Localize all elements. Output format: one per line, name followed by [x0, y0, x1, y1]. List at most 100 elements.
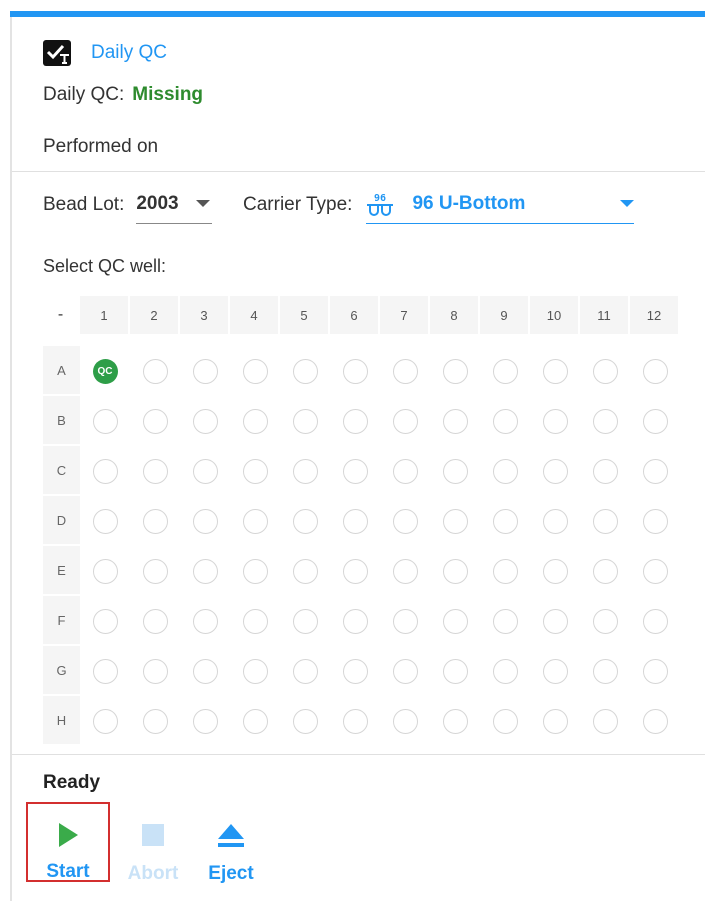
well-g10[interactable] [542, 658, 568, 684]
well-f11[interactable] [592, 608, 618, 634]
well-e2[interactable] [142, 558, 168, 584]
well-d3[interactable] [192, 508, 218, 534]
well-d7[interactable] [392, 508, 418, 534]
well-b4[interactable] [242, 408, 268, 434]
well-e9[interactable] [492, 558, 518, 584]
well-g7[interactable] [392, 658, 418, 684]
well-f8[interactable] [442, 608, 468, 634]
well-h12[interactable] [642, 708, 668, 734]
well-d12[interactable] [642, 508, 668, 534]
well-g2[interactable] [142, 658, 168, 684]
well-b2[interactable] [142, 408, 168, 434]
well-d11[interactable] [592, 508, 618, 534]
well-e5[interactable] [292, 558, 318, 584]
well-g4[interactable] [242, 658, 268, 684]
well-h2[interactable] [142, 708, 168, 734]
eject-button[interactable]: Eject [203, 820, 259, 885]
well-g5[interactable] [292, 658, 318, 684]
well-a2[interactable] [142, 358, 168, 384]
qc-well-a1[interactable]: QC [92, 358, 118, 384]
well-b8[interactable] [442, 408, 468, 434]
well-b3[interactable] [192, 408, 218, 434]
well-c2[interactable] [142, 458, 168, 484]
well-h6[interactable] [342, 708, 368, 734]
well-c8[interactable] [442, 458, 468, 484]
well-d9[interactable] [492, 508, 518, 534]
well-c3[interactable] [192, 458, 218, 484]
well-f1[interactable] [92, 608, 118, 634]
well-d8[interactable] [442, 508, 468, 534]
well-f3[interactable] [192, 608, 218, 634]
well-a10[interactable] [542, 358, 568, 384]
well-a11[interactable] [592, 358, 618, 384]
well-e11[interactable] [592, 558, 618, 584]
well-f6[interactable] [342, 608, 368, 634]
well-b5[interactable] [292, 408, 318, 434]
well-c6[interactable] [342, 458, 368, 484]
well-g9[interactable] [492, 658, 518, 684]
well-b7[interactable] [392, 408, 418, 434]
well-d4[interactable] [242, 508, 268, 534]
well-c11[interactable] [592, 458, 618, 484]
well-a3[interactable] [192, 358, 218, 384]
well-e7[interactable] [392, 558, 418, 584]
well-b9[interactable] [492, 408, 518, 434]
well-b10[interactable] [542, 408, 568, 434]
well-g3[interactable] [192, 658, 218, 684]
well-d5[interactable] [292, 508, 318, 534]
well-g12[interactable] [642, 658, 668, 684]
well-e8[interactable] [442, 558, 468, 584]
well-b11[interactable] [592, 408, 618, 434]
well-d2[interactable] [142, 508, 168, 534]
well-c4[interactable] [242, 458, 268, 484]
well-h9[interactable] [492, 708, 518, 734]
well-b12[interactable] [642, 408, 668, 434]
well-a8[interactable] [442, 358, 468, 384]
well-f7[interactable] [392, 608, 418, 634]
well-h5[interactable] [292, 708, 318, 734]
well-g1[interactable] [92, 658, 118, 684]
well-d10[interactable] [542, 508, 568, 534]
well-g8[interactable] [442, 658, 468, 684]
well-e3[interactable] [192, 558, 218, 584]
daily-qc-title[interactable]: Daily QC [91, 42, 167, 64]
well-c7[interactable] [392, 458, 418, 484]
well-f5[interactable] [292, 608, 318, 634]
well-b6[interactable] [342, 408, 368, 434]
well-h11[interactable] [592, 708, 618, 734]
well-f4[interactable] [242, 608, 268, 634]
well-f2[interactable] [142, 608, 168, 634]
well-a7[interactable] [392, 358, 418, 384]
well-b1[interactable] [92, 408, 118, 434]
well-e6[interactable] [342, 558, 368, 584]
well-f12[interactable] [642, 608, 668, 634]
well-d6[interactable] [342, 508, 368, 534]
well-h8[interactable] [442, 708, 468, 734]
abort-button[interactable]: Abort [123, 820, 183, 885]
well-e4[interactable] [242, 558, 268, 584]
well-h10[interactable] [542, 708, 568, 734]
well-f9[interactable] [492, 608, 518, 634]
well-c5[interactable] [292, 458, 318, 484]
well-c9[interactable] [492, 458, 518, 484]
well-h7[interactable] [392, 708, 418, 734]
well-c12[interactable] [642, 458, 668, 484]
well-e10[interactable] [542, 558, 568, 584]
start-button[interactable]: Start [26, 802, 110, 882]
well-a4[interactable] [242, 358, 268, 384]
well-a12[interactable] [642, 358, 668, 384]
well-e1[interactable] [92, 558, 118, 584]
well-g6[interactable] [342, 658, 368, 684]
well-a9[interactable] [492, 358, 518, 384]
bead-lot-select[interactable]: 2003 [136, 186, 213, 224]
well-a6[interactable] [342, 358, 368, 384]
well-a5[interactable] [292, 358, 318, 384]
well-c10[interactable] [542, 458, 568, 484]
carrier-type-select[interactable]: 96 96 U-Bottom [366, 186, 635, 224]
well-c1[interactable] [92, 458, 118, 484]
well-f10[interactable] [542, 608, 568, 634]
well-g11[interactable] [592, 658, 618, 684]
well-h3[interactable] [192, 708, 218, 734]
well-e12[interactable] [642, 558, 668, 584]
well-d1[interactable] [92, 508, 118, 534]
